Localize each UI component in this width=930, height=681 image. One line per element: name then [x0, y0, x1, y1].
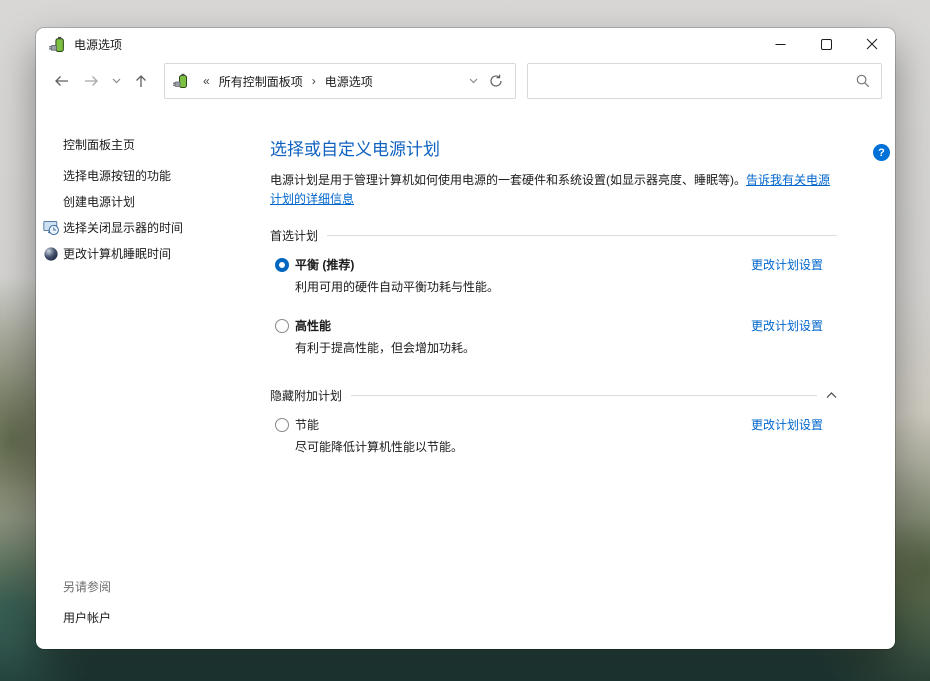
change-plan-settings-link-high-performance[interactable]: 更改计划设置: [751, 318, 823, 334]
chevron-down-icon: [112, 78, 121, 84]
radio-power-saver[interactable]: [275, 418, 289, 432]
minimize-icon: [775, 39, 786, 50]
group-header-rule: [327, 235, 837, 236]
forward-arrow-icon: [83, 73, 100, 89]
plan-row-power-saver: 节能 尽可能降低计算机性能以节能。 更改计划设置: [270, 417, 837, 455]
sidebar-item-control-panel-home[interactable]: 控制面板主页: [63, 136, 270, 153]
collapse-section-button[interactable]: [826, 392, 837, 399]
sidebar-item-create-power-plan[interactable]: 创建电源计划: [36, 195, 270, 210]
breadcrumb-separator-icon: ›: [305, 74, 323, 88]
power-options-window: 电源选项: [36, 28, 895, 649]
chevron-down-icon: [469, 78, 478, 84]
window-controls: [757, 28, 895, 60]
display-clock-icon: [43, 220, 59, 236]
power-plug-battery-icon: [49, 36, 66, 53]
plan-desc-high-performance: 有利于提高性能，但会增加功耗。: [295, 341, 731, 356]
hidden-plans-header: 隐藏附加计划: [270, 387, 837, 404]
change-plan-settings-link-power-saver[interactable]: 更改计划设置: [751, 417, 823, 433]
up-arrow-icon: [133, 73, 149, 89]
sidebar-item-display-off-time[interactable]: 选择关闭显示器的时间: [36, 221, 270, 236]
breadcrumb-power-options[interactable]: 电源选项: [323, 72, 375, 91]
back-button[interactable]: [46, 66, 76, 96]
plan-desc-power-saver: 尽可能降低计算机性能以节能。: [295, 440, 731, 455]
intro-body: 电源计划是用于管理计算机如何使用电源的一套硬件和系统设置(如显示器亮度、睡眠等)…: [270, 173, 746, 187]
sidebar-item-label: 更改计算机睡眠时间: [63, 247, 171, 261]
change-plan-settings-link-balanced[interactable]: 更改计划设置: [751, 257, 823, 273]
radio-balanced[interactable]: [275, 258, 289, 272]
breadcrumb-all-control-panel-items[interactable]: 所有控制面板项: [217, 72, 305, 91]
plan-name-power-saver[interactable]: 节能: [295, 417, 731, 433]
title-bar: 电源选项: [36, 28, 895, 60]
maximize-icon: [821, 39, 832, 50]
see-also-section: 另请参阅 用户帐户: [63, 578, 111, 626]
radio-high-performance[interactable]: [275, 319, 289, 333]
content-area: ? 控制面板主页 选择电源按钮的功能 创建电源计划 选择关闭显示器的时间: [36, 106, 895, 649]
search-input[interactable]: [528, 64, 856, 98]
address-dropdown-button[interactable]: [463, 66, 483, 96]
main-panel: 选择或自定义电源计划 电源计划是用于管理计算机如何使用电源的一套硬件和系统设置(…: [270, 106, 895, 649]
up-button[interactable]: [126, 66, 156, 96]
recent-pages-button[interactable]: [106, 66, 126, 96]
refresh-icon: [489, 74, 503, 88]
preferred-plans-header: 首选计划: [270, 227, 837, 244]
page-title: 选择或自定义电源计划: [270, 135, 837, 160]
plan-name-high-performance[interactable]: 高性能: [295, 318, 731, 334]
maximize-button[interactable]: [803, 28, 849, 60]
group-header-label: 隐藏附加计划: [270, 387, 342, 404]
plan-desc-balanced: 利用可用的硬件自动平衡功耗与性能。: [295, 280, 731, 295]
sidebar-item-label: 选择电源按钮的功能: [63, 169, 171, 183]
address-bar[interactable]: « 所有控制面板项 › 电源选项: [164, 63, 516, 99]
intro-text: 电源计划是用于管理计算机如何使用电源的一套硬件和系统设置(如显示器亮度、睡眠等)…: [270, 171, 837, 209]
power-plug-battery-icon: [173, 73, 189, 89]
search-icon: [856, 74, 870, 88]
refresh-button[interactable]: [483, 66, 509, 96]
minimize-button[interactable]: [757, 28, 803, 60]
close-button[interactable]: [849, 28, 895, 60]
navigation-toolbar: « 所有控制面板项 › 电源选项: [36, 60, 895, 106]
sidebar-item-power-buttons[interactable]: 选择电源按钮的功能: [36, 169, 270, 184]
window-title: 电源选项: [74, 36, 122, 53]
sidebar-item-sleep-time[interactable]: 更改计算机睡眠时间: [36, 247, 270, 262]
breadcrumb-overflow-chevron[interactable]: «: [196, 74, 217, 88]
sidebar-item-label: 选择关闭显示器的时间: [63, 221, 183, 235]
sleep-moon-icon: [43, 246, 59, 262]
chevron-up-icon: [826, 392, 837, 399]
sidebar-item-user-accounts[interactable]: 用户帐户: [63, 609, 111, 626]
help-button[interactable]: ?: [873, 144, 890, 161]
back-arrow-icon: [53, 73, 70, 89]
search-box: [527, 63, 882, 99]
plan-row-high-performance: 高性能 有利于提高性能，但会增加功耗。 更改计划设置: [270, 318, 837, 356]
plan-name-balanced[interactable]: 平衡 (推荐): [295, 257, 731, 273]
forward-button[interactable]: [76, 66, 106, 96]
group-header-rule: [351, 395, 817, 396]
close-icon: [866, 38, 878, 50]
see-also-header: 另请参阅: [63, 578, 111, 595]
plan-row-balanced: 平衡 (推荐) 利用可用的硬件自动平衡功耗与性能。 更改计划设置: [270, 257, 837, 295]
sidebar: 控制面板主页 选择电源按钮的功能 创建电源计划 选择关闭显示器的时间: [36, 106, 270, 649]
group-header-label: 首选计划: [270, 227, 318, 244]
sidebar-item-label: 创建电源计划: [63, 195, 135, 209]
